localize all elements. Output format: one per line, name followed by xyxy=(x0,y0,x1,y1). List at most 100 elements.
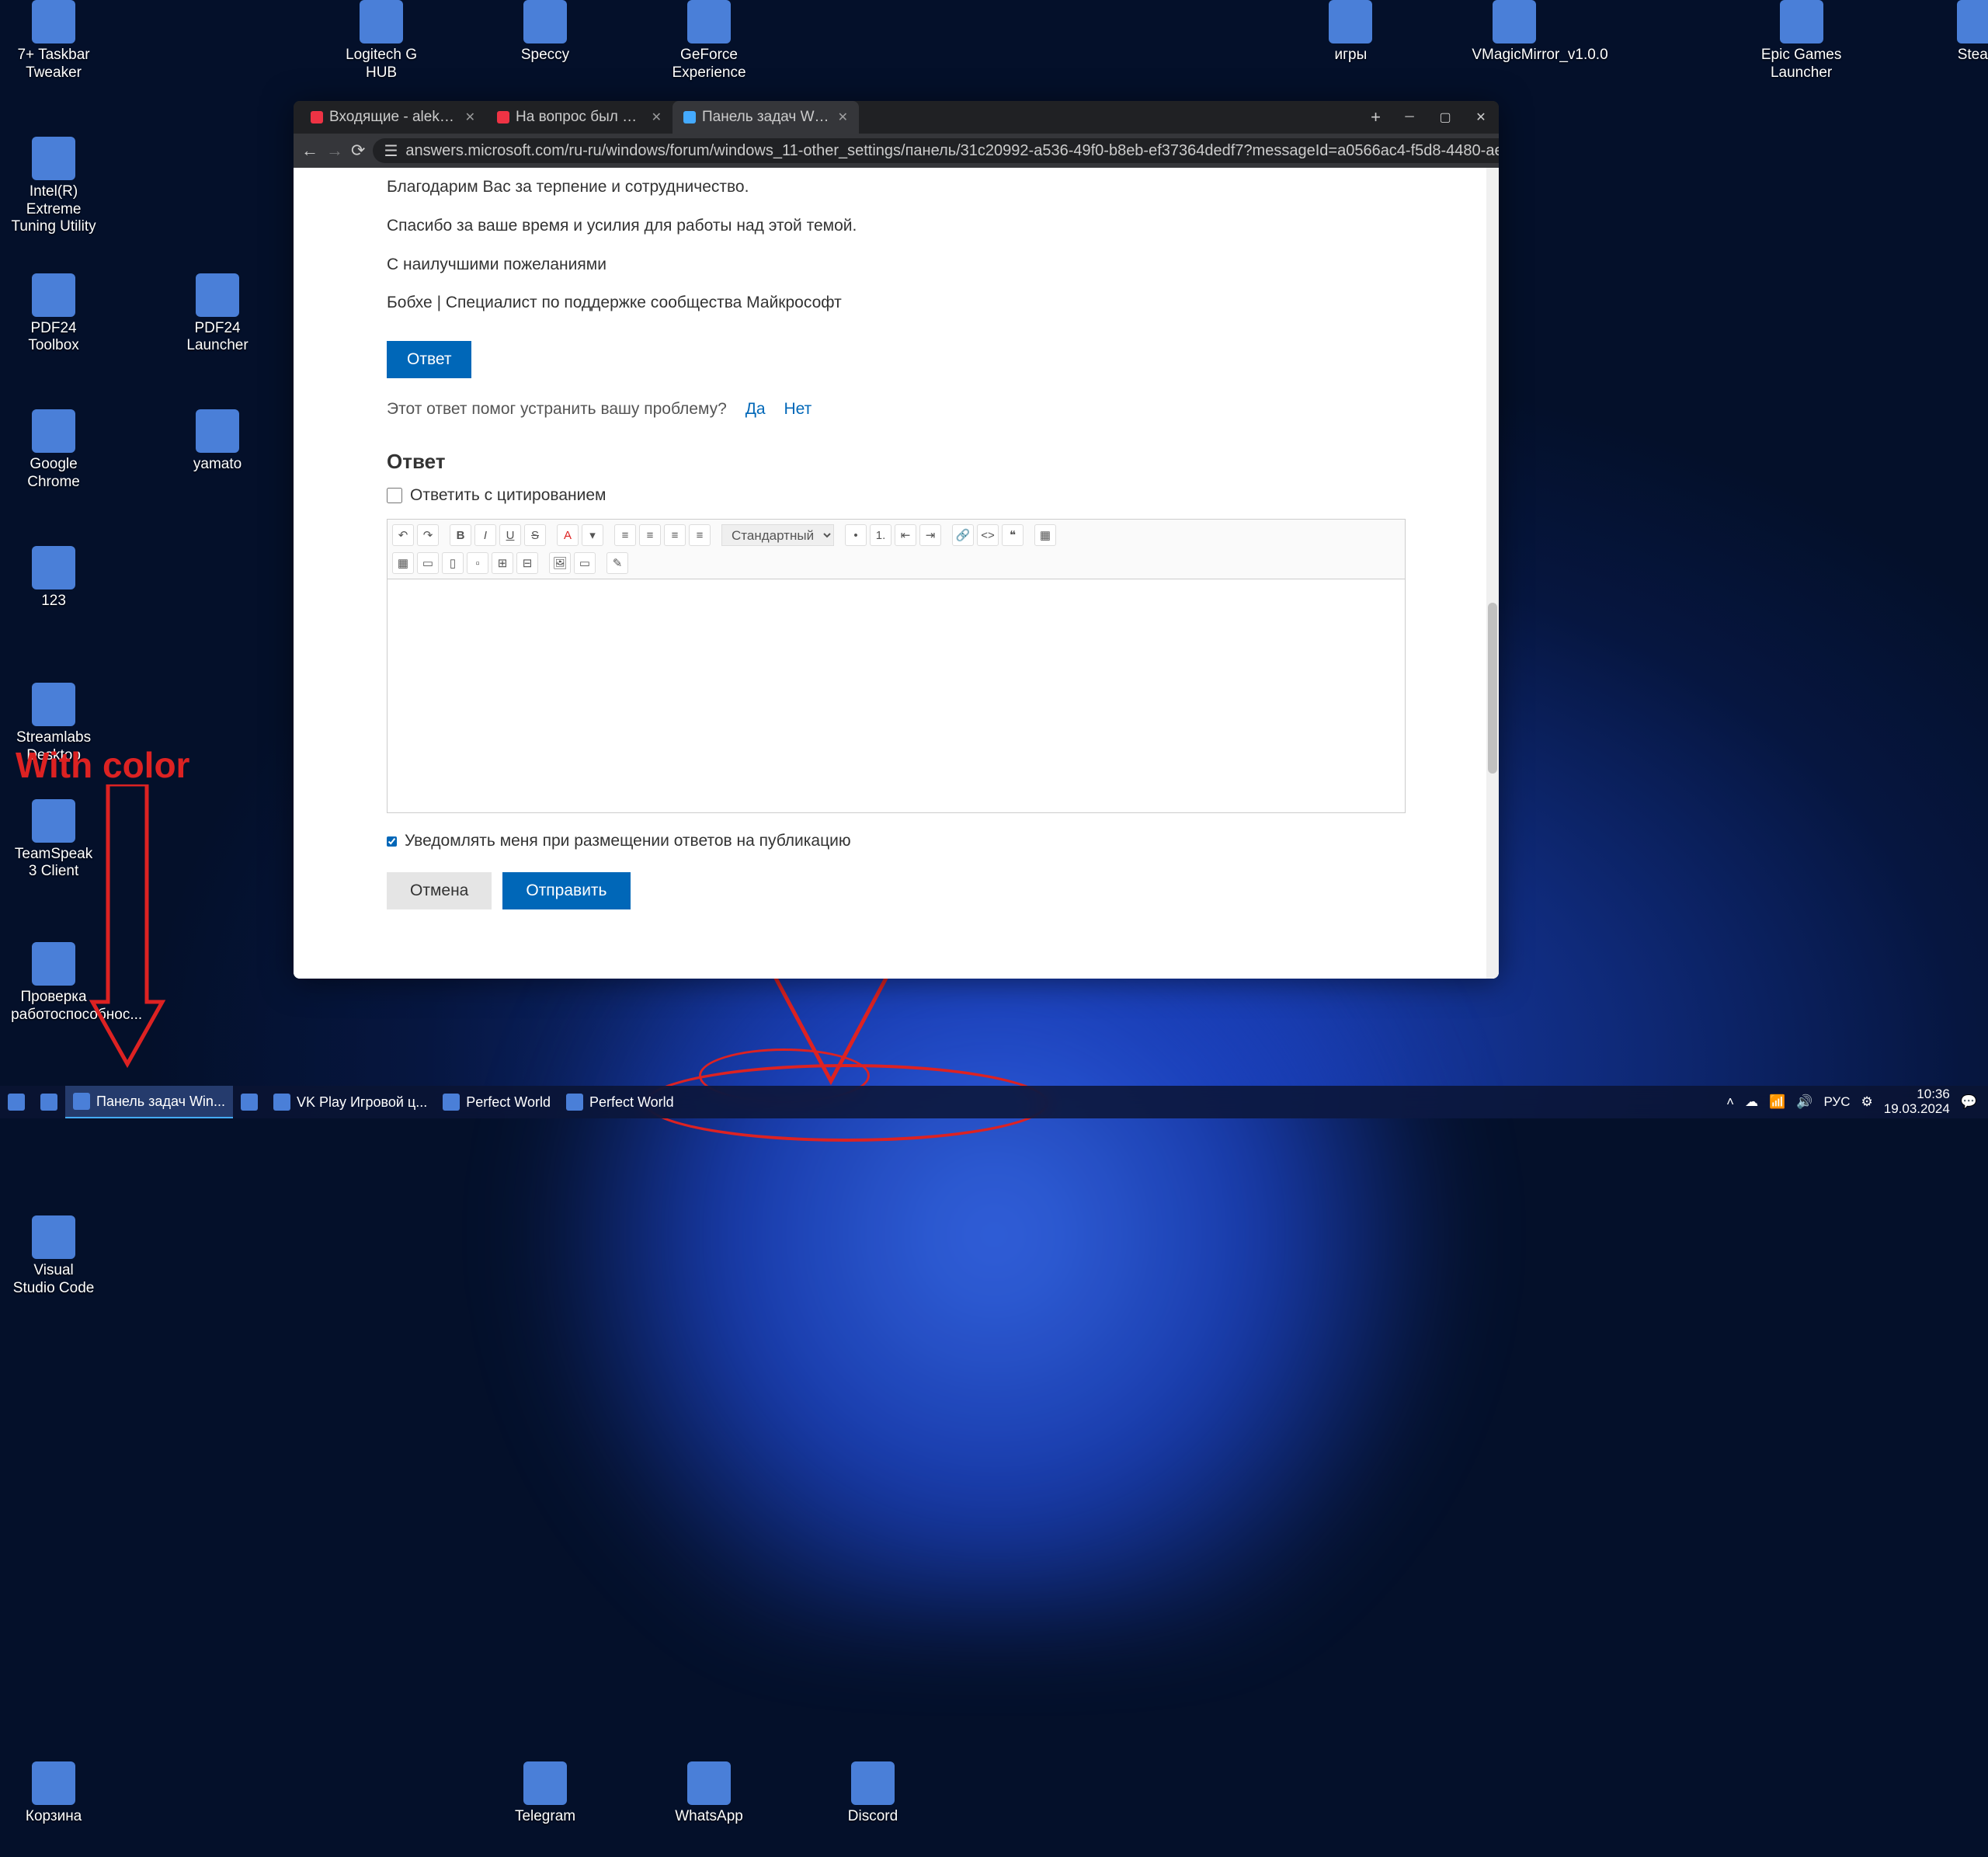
desktop-icon[interactable]: Visual Studio Code xyxy=(11,1215,96,1298)
merge-icon[interactable]: ⊞ xyxy=(492,552,513,574)
align-left-icon[interactable]: ≡ xyxy=(614,524,636,546)
new-tab-button[interactable]: + xyxy=(1360,107,1392,127)
row-icon[interactable]: ▭ xyxy=(417,552,439,574)
app-icon xyxy=(523,0,567,43)
desktop-icon[interactable]: VMagicMirror_v1.0.0 xyxy=(1472,0,1557,64)
tab-close-icon[interactable]: ✕ xyxy=(465,110,475,125)
editor-textarea[interactable] xyxy=(388,579,1405,812)
forward-button[interactable]: → xyxy=(326,139,343,162)
desktop-icon[interactable]: PDF24 Launcher xyxy=(175,273,260,356)
strike-icon[interactable]: S xyxy=(524,524,546,546)
editor-toolbar: ↶ ↷ B I U S A ▾ ≡ ≡ ≡ ≡ Стандартный xyxy=(388,520,1405,579)
desktop-icon[interactable]: Intel(R) Extreme Tuning Utility xyxy=(11,137,96,236)
desktop-icon[interactable]: Logitech G HUB xyxy=(339,0,424,82)
icon-label: игры xyxy=(1308,47,1393,64)
italic-icon[interactable]: I xyxy=(474,524,496,546)
taskbar-item[interactable] xyxy=(33,1086,65,1118)
desktop-icon[interactable]: Google Chrome xyxy=(11,409,96,492)
desktop-icon[interactable]: yamato xyxy=(175,409,260,474)
notify-checkbox[interactable] xyxy=(387,836,397,847)
split-icon[interactable]: ⊟ xyxy=(516,552,538,574)
taskbar-item[interactable]: VK Play Игровой ц... xyxy=(266,1086,435,1118)
desktop-icon[interactable]: Корзина xyxy=(11,1761,96,1826)
taskbar-item[interactable] xyxy=(233,1086,266,1118)
clear-icon[interactable]: ✎ xyxy=(606,552,628,574)
desktop-icon[interactable]: 7+ Taskbar Tweaker xyxy=(11,0,96,82)
tray-chevron-icon[interactable]: ˄ xyxy=(1726,1094,1734,1110)
clock[interactable]: 10:36 19.03.2024 xyxy=(1884,1087,1950,1116)
video-icon[interactable]: ▭ xyxy=(574,552,596,574)
volume-icon[interactable]: 🔊 xyxy=(1796,1094,1812,1110)
underline-icon[interactable]: U xyxy=(499,524,521,546)
desktop-icon[interactable]: Telegram xyxy=(502,1761,588,1826)
quote-checkbox-text: Ответить с цитированием xyxy=(410,486,606,505)
settings-icon[interactable]: ⚙ xyxy=(1861,1094,1872,1110)
undo-icon[interactable]: ↶ xyxy=(392,524,414,546)
notify-checkbox-label[interactable]: Уведомлять меня при размещении ответов н… xyxy=(387,832,1406,850)
dropdown-icon[interactable]: ▾ xyxy=(582,524,603,546)
language-indicator[interactable]: РУС xyxy=(1823,1094,1850,1110)
table2-icon[interactable]: ▦ xyxy=(392,552,414,574)
desktop-icon[interactable]: игры xyxy=(1308,0,1393,64)
reply-button[interactable]: Ответ xyxy=(387,341,471,378)
desktop-icon[interactable]: Discord xyxy=(830,1761,916,1826)
taskbar-item[interactable] xyxy=(0,1086,33,1118)
cancel-button[interactable]: Отмена xyxy=(387,872,492,909)
col-icon[interactable]: ▯ xyxy=(442,552,464,574)
site-info-icon[interactable]: ☰ xyxy=(384,141,398,161)
maximize-button[interactable]: ▢ xyxy=(1427,101,1463,134)
align-justify-icon[interactable]: ≡ xyxy=(689,524,711,546)
desktop-icon[interactable]: Проверка работоспособнос... xyxy=(11,942,96,1024)
browser-tab[interactable]: Панель задач Windows11 ста✕ xyxy=(673,101,859,134)
indent-icon[interactable]: ⇥ xyxy=(919,524,941,546)
text-color-icon[interactable]: A xyxy=(557,524,579,546)
cell-icon[interactable]: ▫ xyxy=(467,552,488,574)
align-center-icon[interactable]: ≡ xyxy=(639,524,661,546)
helpful-yes[interactable]: Да xyxy=(746,400,766,418)
code-icon[interactable]: <> xyxy=(977,524,999,546)
table-icon[interactable]: ▦ xyxy=(1034,524,1056,546)
bullet-list-icon[interactable]: • xyxy=(845,524,867,546)
back-button[interactable]: ← xyxy=(301,139,318,162)
quote-checkbox-label[interactable]: Ответить с цитированием xyxy=(387,486,1406,505)
tab-close-icon[interactable]: ✕ xyxy=(652,110,662,125)
quote-checkbox[interactable] xyxy=(387,488,402,503)
redo-icon[interactable]: ↷ xyxy=(417,524,439,546)
wifi-icon[interactable]: 📶 xyxy=(1769,1094,1785,1110)
scrollbar[interactable] xyxy=(1486,168,1499,979)
message-line: Бобхе | Специалист по поддержке сообщест… xyxy=(387,283,1406,322)
submit-button[interactable]: Отправить xyxy=(502,872,630,909)
taskbar-item[interactable]: Панель задач Win... xyxy=(65,1086,233,1118)
close-button[interactable]: ✕ xyxy=(1463,101,1499,134)
desktop-icon[interactable]: Speccy xyxy=(502,0,588,64)
quote-icon[interactable]: ❝ xyxy=(1002,524,1024,546)
cloud-icon[interactable]: ☁ xyxy=(1745,1094,1758,1110)
outdent-icon[interactable]: ⇤ xyxy=(895,524,916,546)
notifications-icon[interactable]: 💬 xyxy=(1961,1094,1977,1110)
link-icon[interactable]: 🔗 xyxy=(952,524,974,546)
number-list-icon[interactable]: 1. xyxy=(870,524,891,546)
minimize-button[interactable]: ─ xyxy=(1392,101,1427,134)
desktop-icon[interactable]: WhatsApp xyxy=(666,1761,752,1826)
desktop-icon[interactable]: Steam xyxy=(1936,0,1988,64)
style-select[interactable]: Стандартный xyxy=(721,524,834,546)
helpful-no[interactable]: Нет xyxy=(784,400,812,418)
desktop-icon[interactable]: TeamSpeak 3 Client xyxy=(11,799,96,882)
taskbar-item[interactable]: Perfect World xyxy=(435,1086,558,1118)
browser-tab[interactable]: Входящие - aleksandr.asaulak✕ xyxy=(300,101,486,134)
desktop-icon[interactable]: 123 xyxy=(11,546,96,610)
browser-tab[interactable]: На вопрос был опубликован о✕ xyxy=(486,101,673,134)
desktop-icon[interactable]: GeForce Experience xyxy=(666,0,752,82)
url-field[interactable]: ☰ answers.microsoft.com/ru-ru/windows/fo… xyxy=(373,138,1499,163)
reload-button[interactable]: ⟳ xyxy=(351,139,365,162)
align-right-icon[interactable]: ≡ xyxy=(664,524,686,546)
tab-close-icon[interactable]: ✕ xyxy=(838,110,848,125)
image-icon[interactable]: 🖼 xyxy=(549,552,571,574)
desktop-icon[interactable]: PDF24 Toolbox xyxy=(11,273,96,356)
bold-icon[interactable]: B xyxy=(450,524,471,546)
message-line: Благодарим Вас за терпение и сотрудничес… xyxy=(387,168,1406,207)
taskbar-app-icon xyxy=(40,1094,57,1111)
taskbar-item[interactable]: Perfect World xyxy=(558,1086,682,1118)
desktop-icon[interactable]: Epic Games Launcher xyxy=(1759,0,1844,82)
app-icon xyxy=(360,0,403,43)
